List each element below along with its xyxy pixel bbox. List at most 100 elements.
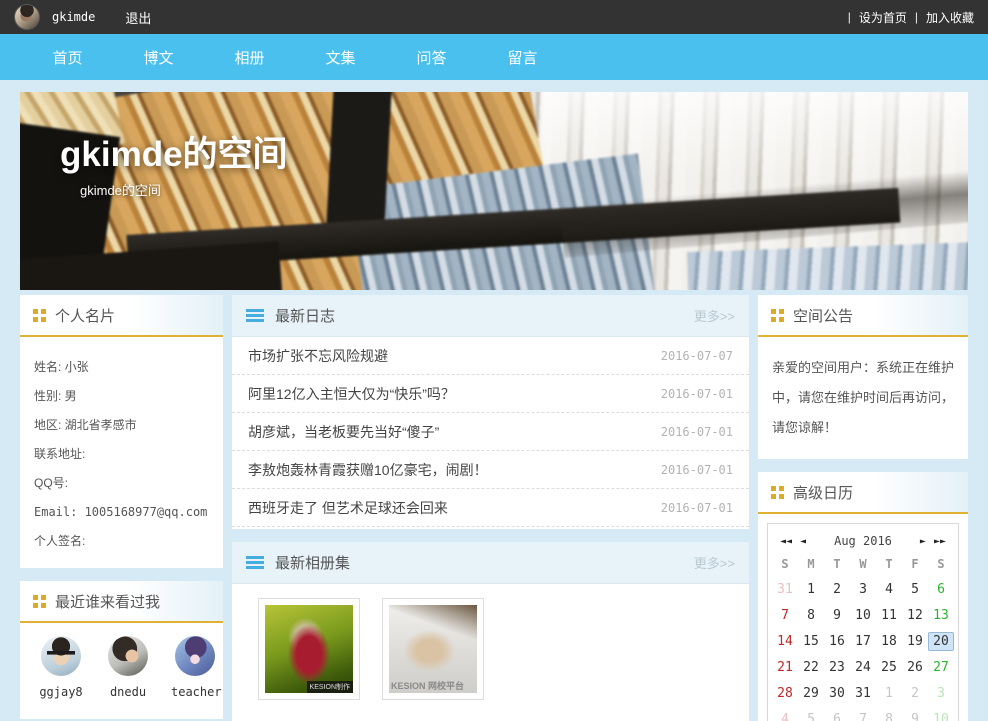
notice-card-header: 空间公告 bbox=[758, 295, 968, 337]
latest-blog-card: 最新日志 更多>> 市场扩张不忘风险规避2016-07-07阿里12亿入主恒大仅… bbox=[232, 295, 749, 529]
calendar-day-cell[interactable]: 15 bbox=[798, 628, 824, 654]
visitor-dnedu[interactable]: dnedu bbox=[104, 636, 152, 699]
calendar-day-cell[interactable]: 8 bbox=[876, 706, 902, 721]
add-favorite-link[interactable]: 加入收藏 bbox=[926, 9, 974, 26]
calendar-day-cell[interactable]: 6 bbox=[928, 576, 954, 602]
calendar-day-cell[interactable]: 2 bbox=[824, 576, 850, 602]
visitor-teacher[interactable]: teacher bbox=[171, 636, 219, 699]
calendar-day-cell[interactable]: 14 bbox=[772, 628, 798, 654]
calendar-day-header: S bbox=[928, 557, 954, 571]
space-title: gkimde的空间 bbox=[60, 126, 288, 177]
calendar-day-cell[interactable]: 22 bbox=[798, 654, 824, 680]
calendar-day-cell[interactable]: 9 bbox=[902, 706, 928, 721]
prev-year-button[interactable]: ◄◄ bbox=[780, 536, 792, 547]
latest-album-card: 最新相册集 更多>> KESION制作 KESION 网校平台 bbox=[232, 542, 749, 721]
squares-icon bbox=[771, 309, 784, 322]
visitor-avatar bbox=[108, 636, 148, 676]
nav-item-guestbook[interactable]: 留言 bbox=[477, 47, 568, 68]
calendar-day-cell[interactable]: 21 bbox=[772, 654, 798, 680]
username-label[interactable]: gkimde bbox=[52, 10, 95, 24]
blog-post-link[interactable]: 阿里12亿入主恒大仅为“快乐”吗？2016-07-01 bbox=[232, 375, 749, 413]
visitor-name: ggjay8 bbox=[37, 685, 85, 699]
calendar-day-cell[interactable]: 7 bbox=[850, 706, 876, 721]
calendar-grid: 3112345678910111213141516171819202122232… bbox=[772, 576, 954, 721]
content-area: 个人名片 姓名: 小张性别: 男地区: 湖北省孝感市联系地址:QQ号:Email… bbox=[20, 295, 968, 721]
calendar-day-cell[interactable]: 16 bbox=[824, 628, 850, 654]
calendar-day-cell[interactable]: 4 bbox=[772, 706, 798, 721]
logout-button[interactable]: 退出 bbox=[125, 8, 151, 27]
calendar-day-cell[interactable]: 31 bbox=[850, 680, 876, 706]
user-avatar[interactable] bbox=[14, 4, 40, 30]
calendar-day-cell[interactable]: 7 bbox=[772, 602, 798, 628]
calendar-day-header: S bbox=[772, 557, 798, 571]
calendar-day-cell[interactable]: 31 bbox=[772, 576, 798, 602]
calendar-day-cell[interactable]: 5 bbox=[902, 576, 928, 602]
calendar-day-cell[interactable]: 5 bbox=[798, 706, 824, 721]
calendar-day-cell[interactable]: 30 bbox=[824, 680, 850, 706]
set-home-link[interactable]: 设为首页 bbox=[859, 9, 907, 26]
calendar-day-cell[interactable]: 11 bbox=[876, 602, 902, 628]
blog-post-link[interactable]: 市场扩张不忘风险规避2016-07-07 bbox=[232, 337, 749, 375]
album-list: KESION制作 KESION 网校平台 bbox=[232, 584, 749, 721]
blog-post-title: 胡彦斌，当老板要先当好“傻子” bbox=[248, 422, 439, 442]
calendar-day-cell[interactable]: 18 bbox=[876, 628, 902, 654]
calendar-day-cell[interactable]: 27 bbox=[928, 654, 954, 680]
calendar-day-cell[interactable]: 8 bbox=[798, 602, 824, 628]
blog-post-link[interactable]: 李敖炮轰林青霞获赠10亿豪宅，闹剧！2016-07-01 bbox=[232, 451, 749, 489]
profile-field: 个人签名: bbox=[34, 527, 209, 556]
calendar-day-cell[interactable]: 3 bbox=[850, 576, 876, 602]
blog-post-link[interactable]: 胡彦斌，当老板要先当好“傻子”2016-07-01 bbox=[232, 413, 749, 451]
nav-item-blog[interactable]: 博文 bbox=[113, 47, 204, 68]
blog-post-date: 2016-07-01 bbox=[661, 501, 733, 515]
visitors-card-title: 最近谁来看过我 bbox=[55, 591, 160, 612]
calendar-day-header: F bbox=[902, 557, 928, 571]
nav-item-qa[interactable]: 问答 bbox=[386, 47, 477, 68]
latest-album-header: 最新相册集 更多>> bbox=[232, 542, 749, 584]
blog-more-link[interactable]: 更多>> bbox=[694, 306, 735, 325]
calendar-day-cell[interactable]: 13 bbox=[928, 602, 954, 628]
visitor-avatar bbox=[41, 636, 81, 676]
list-icon bbox=[246, 556, 264, 569]
calendar-day-cell[interactable]: 23 bbox=[824, 654, 850, 680]
notice-content: 亲爱的空间用户：系统正在维护中，请您在维护时间后再访问，请您谅解！ bbox=[758, 337, 968, 459]
next-year-button[interactable]: ►► bbox=[934, 536, 946, 547]
profile-card-header: 个人名片 bbox=[20, 295, 223, 337]
next-month-button[interactable]: ► bbox=[920, 536, 926, 547]
album-thumbnail[interactable]: KESION制作 bbox=[258, 598, 360, 700]
calendar-day-cell[interactable]: 2 bbox=[902, 680, 928, 706]
calendar-day-cell[interactable]: 9 bbox=[824, 602, 850, 628]
calendar-day-cell[interactable]: 19 bbox=[902, 628, 928, 654]
calendar-day-cell[interactable]: 26 bbox=[902, 654, 928, 680]
calendar-day-cell[interactable]: 6 bbox=[824, 706, 850, 721]
calendar-day-cell[interactable]: 10 bbox=[850, 602, 876, 628]
album-thumbnail[interactable]: KESION 网校平台 bbox=[382, 598, 484, 700]
today-highlight: 20 bbox=[928, 632, 954, 651]
calendar-day-cell[interactable]: 1 bbox=[798, 576, 824, 602]
nav-item-album[interactable]: 相册 bbox=[204, 47, 295, 68]
calendar-today-cell[interactable]: 20 bbox=[928, 628, 954, 654]
calendar-day-cell[interactable]: 17 bbox=[850, 628, 876, 654]
calendar-day-cell[interactable]: 4 bbox=[876, 576, 902, 602]
calendar-day-header: T bbox=[824, 557, 850, 571]
calendar-day-cell[interactable]: 12 bbox=[902, 602, 928, 628]
blog-post-date: 2016-07-01 bbox=[661, 387, 733, 401]
calendar-day-cell[interactable]: 28 bbox=[772, 680, 798, 706]
squares-icon bbox=[33, 595, 46, 608]
nav-item-collection[interactable]: 文集 bbox=[295, 47, 386, 68]
blog-post-link[interactable]: 西班牙走了 但艺术足球还会回来2016-07-01 bbox=[232, 489, 749, 527]
calendar-day-cell[interactable]: 25 bbox=[876, 654, 902, 680]
calendar-day-cell[interactable]: 24 bbox=[850, 654, 876, 680]
album-photo: KESION 网校平台 bbox=[389, 605, 477, 693]
calendar-day-header: T bbox=[876, 557, 902, 571]
banner: gkimde的空间 gkimde的空间 bbox=[20, 92, 968, 290]
calendar-day-cell[interactable]: 3 bbox=[928, 680, 954, 706]
visitor-ggjay8[interactable]: ggjay8 bbox=[37, 636, 85, 699]
visitor-name: dnedu bbox=[104, 685, 152, 699]
visitor-name: teacher bbox=[171, 685, 219, 699]
calendar-day-cell[interactable]: 1 bbox=[876, 680, 902, 706]
calendar-day-cell[interactable]: 29 bbox=[798, 680, 824, 706]
album-more-link[interactable]: 更多>> bbox=[694, 553, 735, 572]
profile-card-title: 个人名片 bbox=[55, 305, 115, 326]
nav-item-home[interactable]: 首页 bbox=[22, 47, 113, 68]
calendar-day-cell[interactable]: 10 bbox=[928, 706, 954, 721]
